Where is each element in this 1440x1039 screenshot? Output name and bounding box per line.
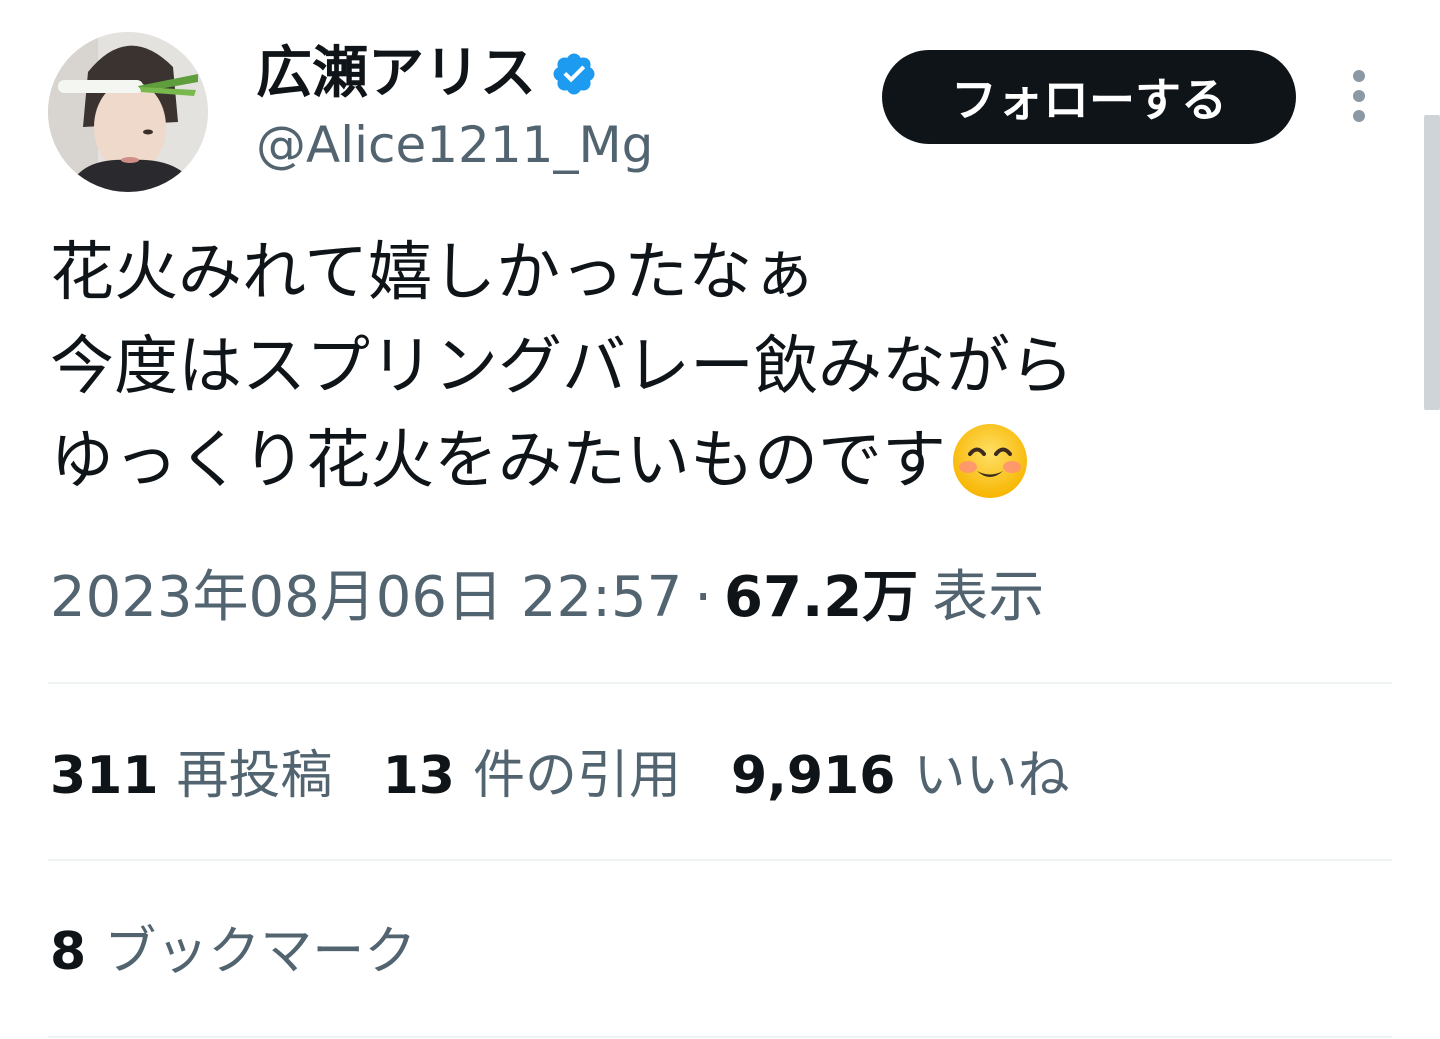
tweet-line: 今度はスプリングバレー飲みながら xyxy=(50,320,1380,414)
author-handle[interactable]: @Alice1211_Mg xyxy=(256,112,653,178)
stat-bookmarks[interactable]: 8 ブックマーク xyxy=(50,916,416,988)
bookmark-label: ブックマーク xyxy=(104,922,417,982)
profile-avatar[interactable] xyxy=(48,32,208,192)
stat-reposts[interactable]: 311 再投稿 xyxy=(50,740,333,812)
tweet-text: 花火みれて嬉しかったなぁ 今度はスプリングバレー飲みながら ゆっくり花火をみたい… xyxy=(50,226,1380,508)
scrollbar-thumb[interactable] xyxy=(1424,115,1440,410)
stat-likes[interactable]: 9,916 いいね xyxy=(731,740,1070,812)
stat-count: 9,916 xyxy=(730,746,896,806)
stat-label: 再投稿 xyxy=(176,746,333,806)
views-label: 表示 xyxy=(932,565,1045,630)
divider xyxy=(48,682,1392,684)
meta-separator: · xyxy=(694,565,713,630)
stat-label: 件の引用 xyxy=(472,746,681,806)
author-display-name[interactable]: 広瀬アリス xyxy=(256,38,536,110)
tweet-line: 花火みれて嬉しかったなぁ xyxy=(50,226,1380,320)
smiling-face-emoji xyxy=(950,421,1030,501)
divider xyxy=(48,1036,1392,1038)
tweet-line-text: ゆっくり花火をみたいものです xyxy=(50,424,946,498)
tweet-line-text: 花火みれて嬉しかったなぁ xyxy=(50,236,817,310)
more-options-button[interactable] xyxy=(1336,66,1382,126)
stat-quotes[interactable]: 13 件の引用 xyxy=(383,740,681,812)
engagement-stats: 311 再投稿 13 件の引用 9,916 いいね xyxy=(50,740,1119,812)
author-name-row[interactable]: 広瀬アリス xyxy=(256,38,598,110)
tweet-meta: 2023年08月06日 22:57 · 67.2万 表示 xyxy=(50,562,1044,634)
views-count: 67.2万 xyxy=(724,565,919,630)
avatar-image xyxy=(48,32,208,192)
stat-label: いいね xyxy=(913,746,1070,806)
tweet-line-text: 今度はスプリングバレー飲みながら xyxy=(50,330,1074,404)
verified-badge-icon xyxy=(550,50,598,98)
tweet-timestamp[interactable]: 2023年08月06日 22:57 xyxy=(50,562,682,634)
bookmark-count: 8 xyxy=(50,922,87,982)
more-vertical-icon xyxy=(1353,70,1365,122)
stat-count: 13 xyxy=(382,746,455,806)
stat-count: 311 xyxy=(50,746,159,806)
follow-button[interactable]: フォローする xyxy=(882,50,1296,144)
divider xyxy=(48,859,1392,861)
tweet-line: ゆっくり花火をみたいものです xyxy=(50,414,1380,508)
